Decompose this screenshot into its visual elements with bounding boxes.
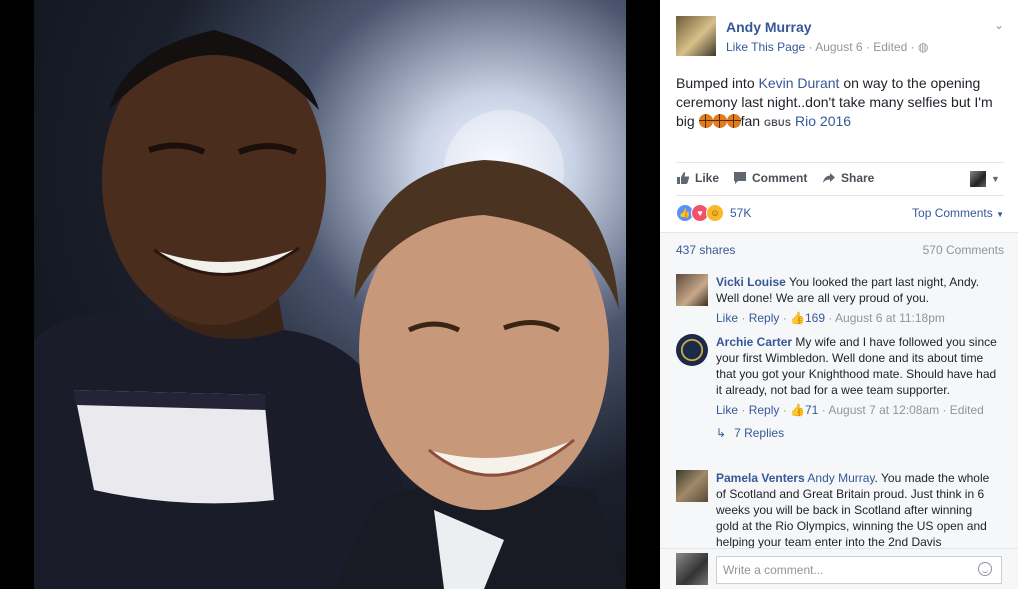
comment-button[interactable]: Comment [733,171,807,185]
like-page-link[interactable]: Like This Page [726,40,805,54]
write-comment-bar [660,548,1018,589]
mention-link[interactable]: Andy Murray [807,471,874,485]
basketball-icon [712,114,727,128]
shares-count[interactable]: 437 shares [676,243,735,257]
comment-time[interactable]: August 7 at 12:08am [828,403,939,417]
commenter-avatar[interactable] [676,470,708,502]
mention-link[interactable]: Kevin Durant [759,75,840,91]
post-panel: Andy Murray Like This Page · August 6 · … [660,0,1018,589]
page-avatar-icon [970,171,986,187]
commenter-name[interactable]: Archie Carter [716,335,792,349]
photo-viewer [0,0,660,589]
comment-input[interactable] [716,556,1002,584]
share-button[interactable]: Share [822,171,874,185]
comment-sort-dropdown[interactable]: Top Comments ▼ [912,206,1004,220]
post-header: Andy Murray Like This Page · August 6 · … [676,16,1006,60]
post-stats: 437 shares 570 Comments [660,232,1018,268]
haha-reaction-icon: ☺ [706,204,724,222]
comment-like-link[interactable]: Like [716,311,738,325]
edited-label[interactable]: Edited [950,403,984,417]
commenter-name[interactable]: Pamela Venters [716,471,805,485]
comment-actions: Like · Reply · 👍169 · August 6 at 11:18p… [716,311,945,325]
reply-arrow-icon: ↳ [716,426,727,440]
caret-down-icon: ▼ [996,210,1004,219]
author-name[interactable]: Andy Murray [726,19,812,35]
comment-actions: Like · Reply · 👍71 · August 7 at 12:08am… [716,403,984,417]
comments-list: Vicki Louise You looked the part last ni… [660,266,1018,548]
post-as-selector[interactable]: ▼ [970,171,1000,187]
commenter-avatar[interactable] [676,334,708,366]
comment-icon [734,172,746,184]
thumbs-up-icon: 👍 [790,403,805,417]
share-icon [823,173,835,183]
like-button[interactable]: Like [676,171,719,185]
edited-label[interactable]: Edited [873,40,907,54]
caret-down-icon: ▼ [991,174,1000,184]
current-user-avatar [676,553,708,585]
post-meta: Like This Page · August 6 · Edited · ◍ [726,40,929,54]
globe-icon: ◍ [917,40,929,54]
thumbs-up-icon: 👍 [790,311,805,325]
comment-reply-link[interactable]: Reply [749,403,780,417]
basketball-icon [698,114,713,128]
comment-like-count[interactable]: 169 [805,311,825,325]
view-replies-link[interactable]: ↳ 7 Replies [716,425,998,441]
post-photo[interactable] [34,0,626,589]
comment-like-count[interactable]: 71 [805,403,818,417]
comment-reply-link[interactable]: Reply [749,311,780,325]
basketball-icon [726,114,741,128]
commenter-name[interactable]: Vicki Louise [716,275,786,289]
thumbs-up-icon [677,172,690,184]
action-bar: Like Comment Share ▼ [676,162,1004,196]
reaction-count: 57K [730,206,752,220]
commenter-avatar[interactable] [676,274,708,306]
reactions-summary[interactable]: 👍 ♥ ☺ 57K [676,203,751,223]
tag-text: GBUS [763,118,792,128]
hashtag-link[interactable]: Rio 2016 [795,113,851,129]
post-text: Bumped into Kevin Durant on way to the o… [676,75,993,129]
emoji-icon[interactable] [978,562,992,576]
post-date[interactable]: August 6 [815,40,862,54]
comments-count: 570 Comments [922,243,1004,257]
comment-time[interactable]: August 6 at 11:18pm [835,311,945,325]
chevron-down-icon[interactable]: ⌄ [994,18,1004,32]
comment-like-link[interactable]: Like [716,403,738,417]
selfie-illustration [34,30,626,589]
author-avatar[interactable] [676,16,716,56]
